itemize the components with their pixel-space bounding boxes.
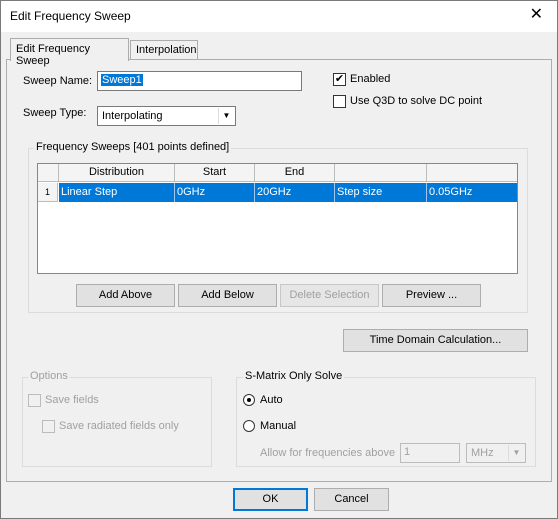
column-header[interactable]: [335, 164, 427, 182]
options-title: Options: [28, 370, 70, 382]
tab-interpolation[interactable]: Interpolation: [130, 40, 198, 59]
sweep-name-input[interactable]: Sweep1: [97, 71, 302, 91]
add-above-button[interactable]: Add Above: [76, 284, 175, 307]
table-cell[interactable]: 0.05GHz: [427, 183, 517, 202]
sweep-name-value: Sweep1: [101, 74, 143, 86]
table-cell[interactable]: 20GHz: [255, 183, 335, 202]
frequency-unit-select[interactable]: MHz ▼: [466, 443, 526, 463]
dialog-window: Edit Frequency Sweep ✕ Edit Frequency Sw…: [0, 0, 558, 519]
row-header[interactable]: 1: [38, 183, 58, 202]
frequency-unit-value: MHz: [471, 447, 494, 459]
table-cell[interactable]: Step size: [335, 183, 427, 202]
window-title: Edit Frequency Sweep: [10, 9, 131, 23]
preview-button[interactable]: Preview ...: [382, 284, 481, 307]
table-cell[interactable]: 0GHz: [175, 183, 255, 202]
sweep-name-label: Sweep Name:: [23, 75, 93, 87]
add-below-button[interactable]: Add Below: [178, 284, 277, 307]
chevron-down-icon[interactable]: ▼: [508, 445, 524, 461]
allow-frequencies-label: Allow for frequencies above: [260, 447, 396, 459]
close-icon[interactable]: ✕: [530, 7, 543, 23]
sweep-type-value: Interpolating: [102, 110, 163, 122]
enabled-checkbox[interactable]: ✔: [333, 73, 346, 86]
q3d-label: Use Q3D to solve DC point: [350, 95, 483, 107]
auto-radio[interactable]: [243, 394, 255, 406]
ok-button[interactable]: OK: [233, 488, 308, 511]
sweep-type-label: Sweep Type:: [23, 107, 87, 119]
auto-label: Auto: [260, 394, 283, 406]
chevron-down-icon[interactable]: ▼: [218, 108, 234, 124]
column-header[interactable]: [427, 164, 517, 182]
tab-edit-frequency-sweep[interactable]: Edit Frequency Sweep: [10, 38, 129, 67]
corner-header: [38, 164, 59, 182]
table-cell[interactable]: Linear Step: [59, 183, 175, 202]
manual-radio[interactable]: [243, 420, 255, 432]
smatrix-title: S-Matrix Only Solve: [243, 370, 345, 382]
time-domain-calculation-button[interactable]: Time Domain Calculation...: [343, 329, 528, 352]
save-radiated-label: Save radiated fields only: [59, 420, 179, 432]
column-header[interactable]: Distribution: [59, 164, 175, 182]
allow-frequency-input[interactable]: 1: [400, 443, 460, 463]
enabled-label: Enabled: [350, 73, 391, 85]
save-radiated-checkbox[interactable]: [42, 420, 55, 433]
frequency-sweeps-title: Frequency Sweeps [401 points defined]: [34, 141, 232, 153]
sweep-type-select[interactable]: Interpolating ▼: [97, 106, 236, 126]
save-fields-checkbox[interactable]: [28, 394, 41, 407]
sweep-table[interactable]: Distribution Start End 1 Linear Step 0GH…: [37, 163, 518, 274]
cancel-button[interactable]: Cancel: [314, 488, 389, 511]
manual-label: Manual: [260, 420, 297, 432]
column-header[interactable]: End: [255, 164, 335, 182]
column-header[interactable]: Start: [175, 164, 255, 182]
save-fields-label: Save fields: [45, 394, 99, 406]
delete-selection-button[interactable]: Delete Selection: [280, 284, 379, 307]
tab-label: Interpolation: [136, 44, 197, 56]
q3d-checkbox[interactable]: [333, 95, 346, 108]
title-bar: Edit Frequency Sweep ✕: [1, 1, 557, 32]
